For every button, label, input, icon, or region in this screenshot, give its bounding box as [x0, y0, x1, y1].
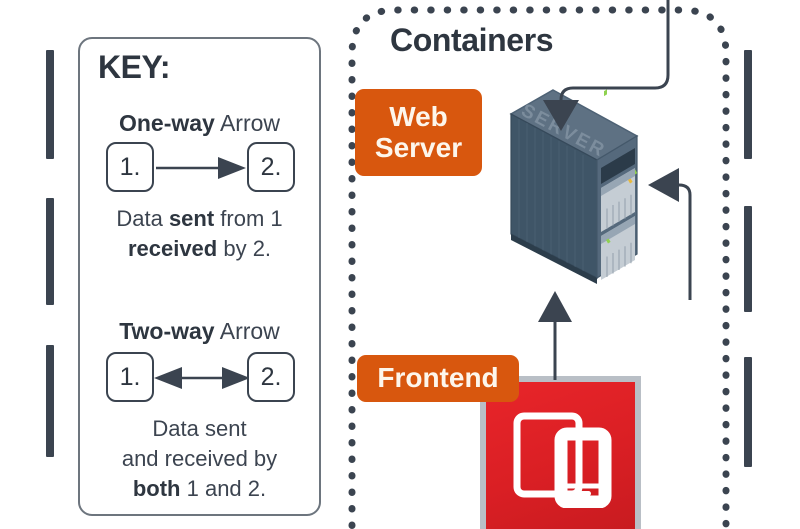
- two-way-arrow-heading: Two-way Arrow: [80, 318, 319, 345]
- two-way-caption: Data sent and received by both 1 and 2.: [80, 414, 319, 504]
- two-way-node-from-label: 1.: [119, 362, 141, 391]
- one-way-node-to-label: 2.: [260, 152, 282, 181]
- one-way-arrow-heading: One-way Arrow: [80, 110, 319, 137]
- frontend-label: Frontend: [357, 355, 519, 402]
- web-server-label: Web Server: [355, 89, 482, 176]
- two-way-caption-line-1: Data sent: [152, 416, 247, 441]
- one-way-node-from-label: 1.: [119, 152, 141, 181]
- two-way-heading-rest: Arrow: [214, 318, 280, 344]
- right-edge-bar-2: [744, 206, 752, 312]
- one-way-caption-2a: received: [127, 236, 218, 261]
- server-rack-icon: SERVER: [509, 89, 639, 284]
- two-way-caption-3a: both: [132, 476, 181, 501]
- right-edge-bar-3: [744, 357, 752, 467]
- responsive-devices-icon: [513, 412, 611, 508]
- one-way-caption-line-1: Data sent from 1: [80, 204, 319, 234]
- two-way-arrow-icon: [154, 367, 250, 389]
- frontend-card-inner: [486, 382, 635, 529]
- two-way-heading-bold: Two-way: [119, 318, 215, 344]
- key-legend-panel: KEY: One-way Arrow 1. 2. Data sent from …: [78, 37, 321, 516]
- web-server-label-line-1: Web: [389, 101, 448, 133]
- one-way-heading-rest: Arrow: [214, 110, 281, 136]
- diagram-canvas: KEY: One-way Arrow 1. 2. Data sent from …: [0, 0, 800, 529]
- left-edge-bar-1: [46, 50, 54, 159]
- containers-title: Containers: [390, 22, 554, 58]
- two-way-caption-3b: 1 and 2.: [180, 476, 267, 501]
- one-way-node-to: 2.: [247, 142, 295, 192]
- one-way-caption: Data sent from 1 received by 2.: [80, 204, 319, 264]
- two-way-caption-line-2: and received by: [121, 446, 278, 471]
- two-way-node-to: 2.: [247, 352, 295, 402]
- one-way-caption-2b: by 2.: [217, 236, 272, 261]
- two-way-caption-line-3: both 1 and 2.: [80, 474, 319, 504]
- one-way-arrow-icon: [156, 157, 246, 179]
- key-panel-title: KEY:: [98, 49, 171, 85]
- one-way-caption-1c: from 1: [214, 206, 283, 231]
- one-way-caption-1a: Data: [116, 206, 169, 231]
- two-way-node-from: 1.: [106, 352, 154, 402]
- left-edge-bar-2: [46, 198, 54, 305]
- one-way-node-from: 1.: [106, 142, 154, 192]
- one-way-heading-bold: One-way: [118, 110, 215, 136]
- web-server-label-line-2: Server: [374, 131, 463, 163]
- left-edge-bar-3: [46, 345, 54, 457]
- one-way-caption-line-2: received by 2.: [80, 234, 319, 264]
- two-way-node-to-label: 2.: [260, 362, 282, 391]
- one-way-caption-1b: sent: [168, 206, 215, 231]
- right-edge-bar-1: [744, 50, 752, 159]
